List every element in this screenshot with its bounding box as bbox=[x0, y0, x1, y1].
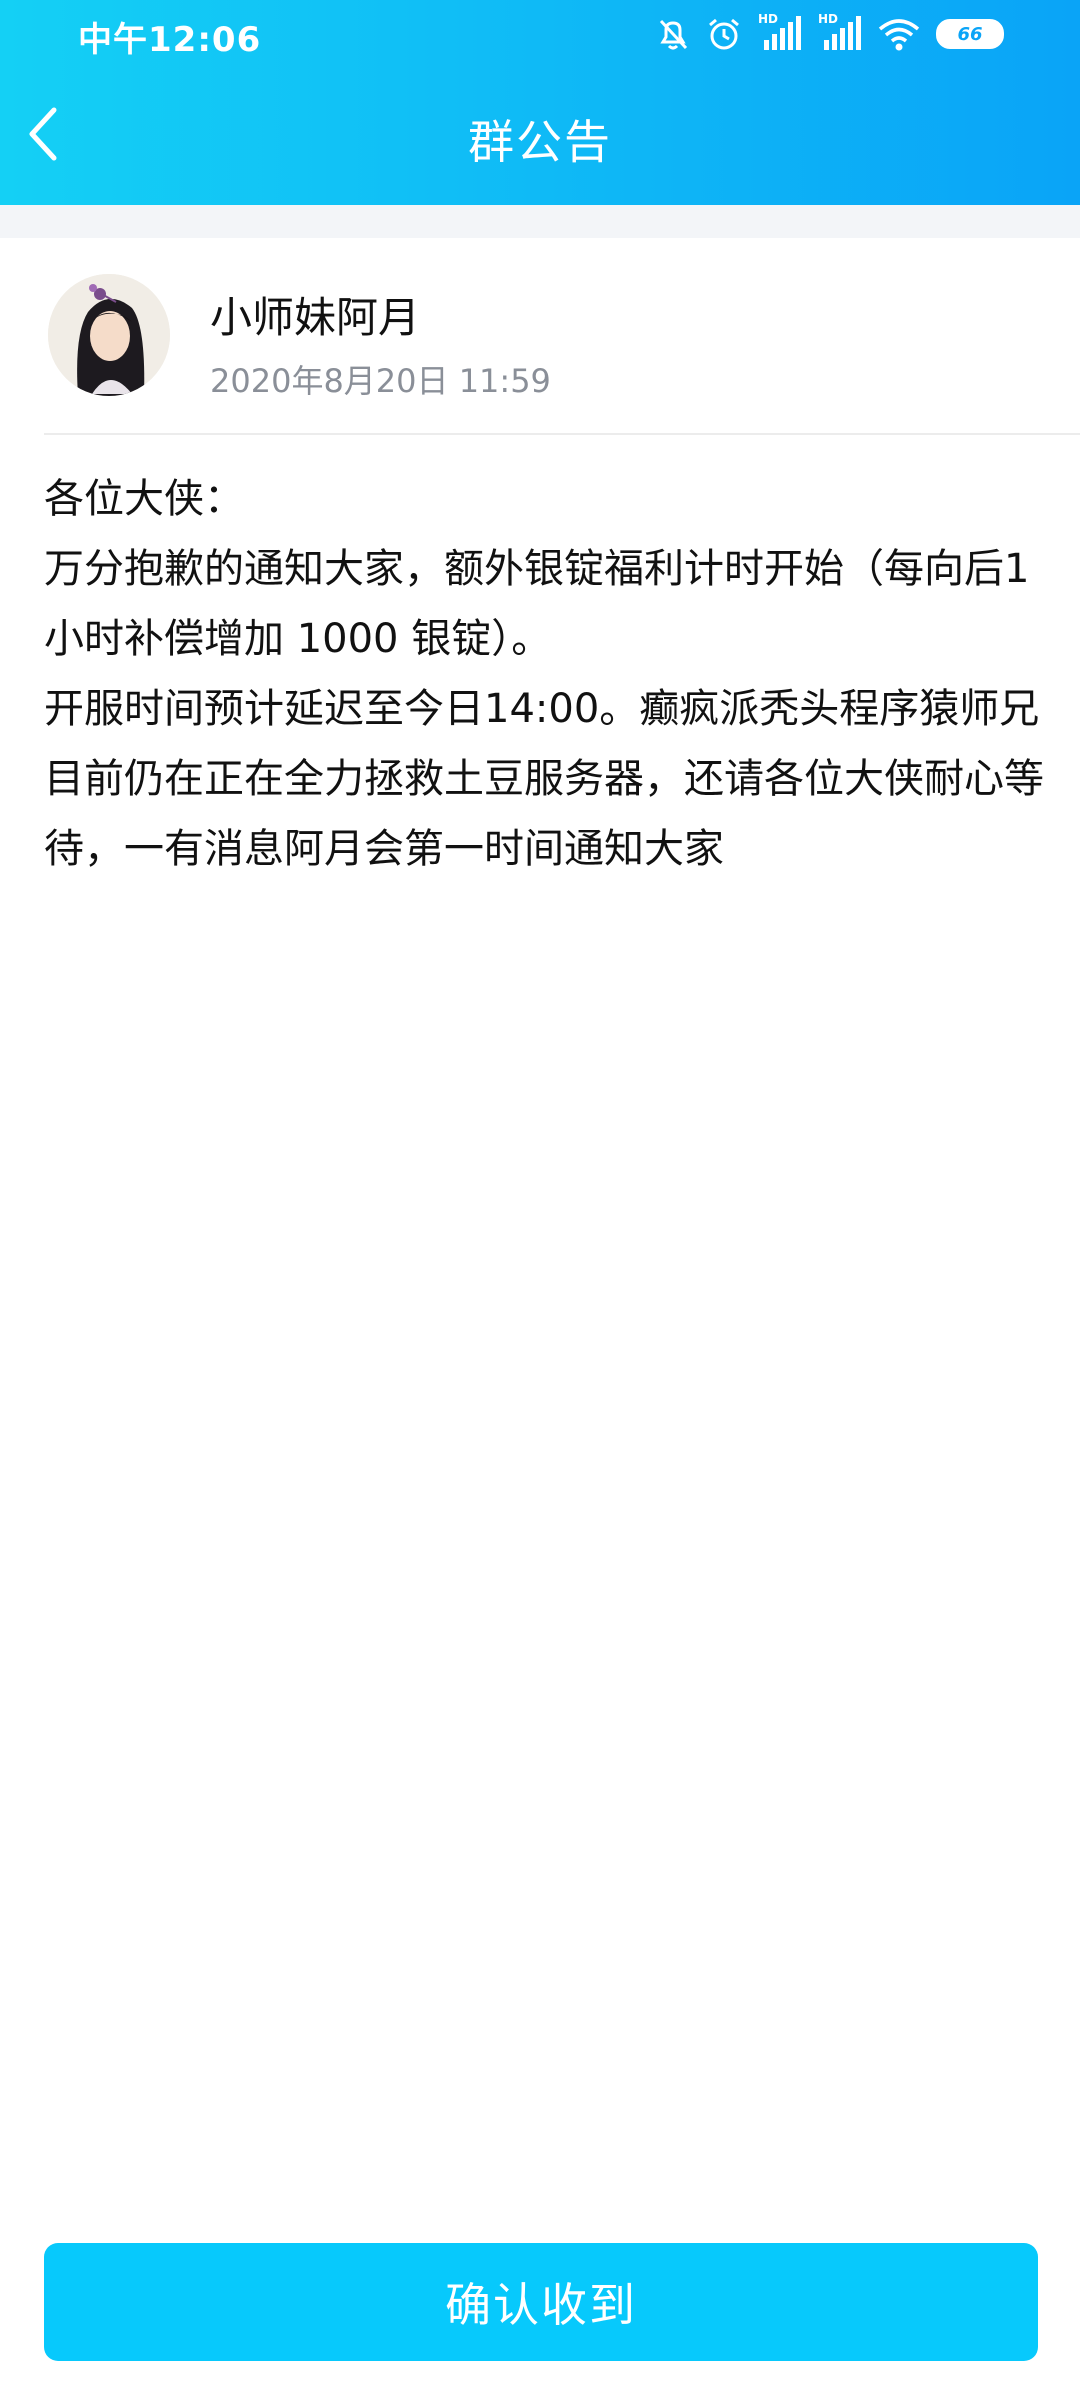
signal-icon bbox=[824, 16, 861, 50]
page-title: 群公告 bbox=[468, 115, 612, 169]
signal-1: HD bbox=[758, 12, 802, 52]
signal-icon bbox=[764, 16, 801, 50]
announcement-content: 各位大侠： 万分抱歉的通知大家，额外银锭福利计时开始（每向后1小时补偿增加 10… bbox=[44, 464, 1044, 884]
battery-icon: 66 bbox=[936, 19, 1004, 49]
divider bbox=[44, 433, 1080, 435]
post-time: 2020年8月20日 11:59 bbox=[210, 362, 551, 400]
signal-2: HD bbox=[818, 12, 862, 52]
author-name: 小师妹阿月 bbox=[210, 293, 421, 342]
header: 中午12:06 HD HD 66 群公告 bbox=[0, 0, 1080, 205]
status-bar: 中午12:06 HD HD 66 bbox=[0, 0, 1080, 66]
announcement-line: 各位大侠： bbox=[44, 476, 244, 522]
bell-off-icon bbox=[659, 19, 688, 50]
announcement-line: 开服时间预计延迟至今日14:00。癫疯派秃头程序猿师兄目前仍在正在全力拯救土豆服… bbox=[44, 686, 1044, 872]
battery-level: 66 bbox=[957, 23, 983, 45]
status-icons: HD HD 66 bbox=[656, 12, 1004, 54]
avatar[interactable] bbox=[48, 274, 170, 396]
confirm-button[interactable]: 确认收到 bbox=[44, 2243, 1038, 2361]
nav-bar: 群公告 bbox=[0, 66, 1080, 205]
author-row: 小师妹阿月 2020年8月20日 11:59 bbox=[0, 238, 1080, 434]
section-gap bbox=[0, 205, 1080, 238]
avatar-image bbox=[48, 274, 170, 396]
alarm-icon bbox=[709, 18, 739, 50]
wifi-icon bbox=[878, 19, 920, 51]
status-time: 中午12:06 bbox=[78, 20, 262, 60]
announcement-line: 万分抱歉的通知大家，额外银锭福利计时开始（每向后1小时补偿增加 1000 银锭）… bbox=[44, 546, 1030, 662]
